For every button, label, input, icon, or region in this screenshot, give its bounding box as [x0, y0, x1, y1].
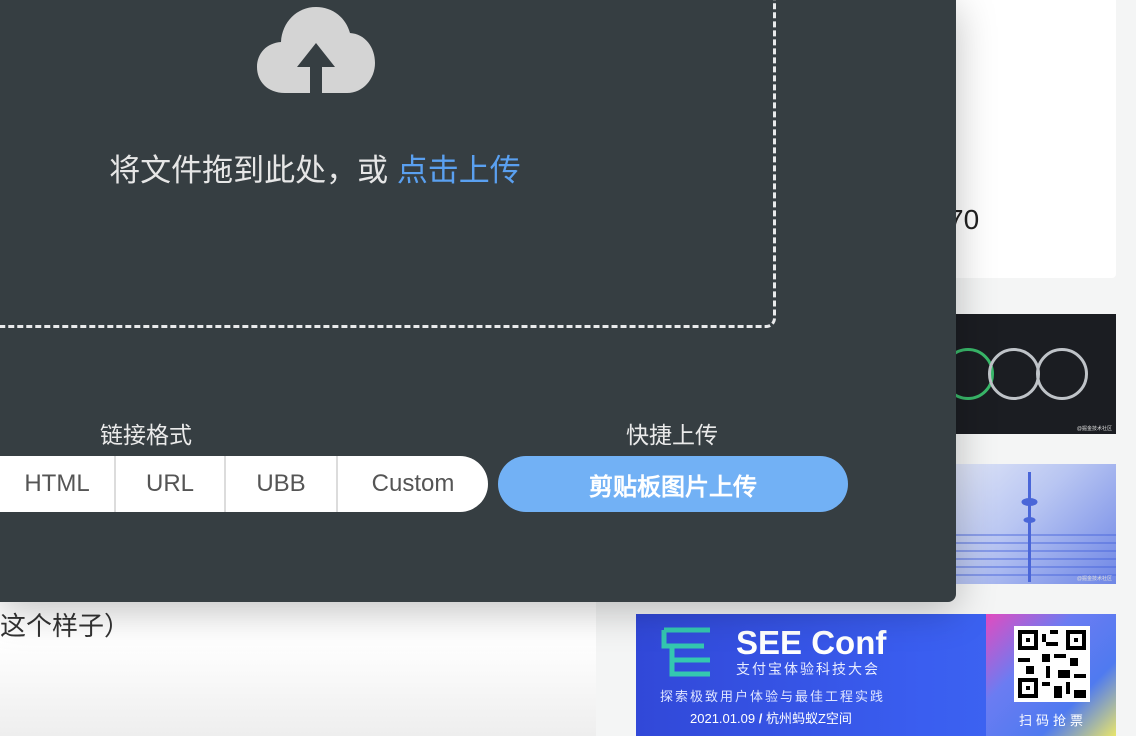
article-text-fragment: 这个样子）: [0, 611, 131, 641]
ad-watermark: @掘金技术社区: [1076, 576, 1112, 582]
ad-subtitle: 支付宝体验科技大会: [736, 661, 880, 677]
quick-upload-label: 快捷上传: [626, 422, 718, 448]
ad-qr-label: 扫码抢票: [1019, 713, 1088, 728]
sidebar-ad-infinity[interactable]: @掘金技术社区: [940, 314, 1116, 434]
drop-zone-text: 将文件拖到此处，或 点击上传: [0, 145, 637, 190]
format-html-button[interactable]: HTML: [0, 456, 116, 512]
format-url-button[interactable]: URL: [116, 456, 226, 512]
see-conf-banner[interactable]: SEE Conf 支付宝体验科技大会 探索极致用户体验与最佳工程实践 2021.…: [636, 614, 1116, 736]
link-format-selector: HTML URL UBB Custom: [0, 456, 488, 512]
sidebar-ad-city[interactable]: @掘金技术社区: [940, 464, 1116, 584]
click-upload-link[interactable]: 点击上传: [397, 153, 521, 188]
link-format-label: 链接格式: [100, 422, 192, 448]
clipboard-upload-button[interactable]: 剪贴板图片上传: [498, 456, 848, 512]
see-conf-logo-icon: [661, 627, 710, 677]
ad-date-location: 2021.01.09 / 杭州蚂蚁Z空间: [690, 708, 852, 727]
drop-instruction: 将文件拖到此处，或: [109, 153, 397, 188]
sidebar-card: [940, 0, 1116, 278]
cloud-upload-icon: [257, 7, 375, 95]
ad-date: 2021.01.09: [690, 711, 756, 726]
qr-code-icon: [1014, 626, 1090, 702]
tower-icon: [1021, 472, 1038, 582]
format-custom-button[interactable]: Custom: [338, 456, 488, 512]
ad-tagline: 探索极致用户体验与最佳工程实践: [660, 689, 886, 704]
ad-separator: /: [758, 711, 763, 726]
format-ubb-button[interactable]: UBB: [226, 456, 338, 512]
ad-watermark: @掘金技术社区: [1076, 426, 1112, 432]
image-upload-modal: 将文件拖到此处，或 点击上传 链接格式 快捷上传 HTML URL UBB Cu…: [0, 0, 956, 602]
background-fade: [0, 640, 596, 736]
ad-title: SEE Conf: [736, 624, 887, 661]
ad-location: 杭州蚂蚁Z空间: [765, 711, 852, 726]
upload-drop-zone[interactable]: 将文件拖到此处，或 点击上传: [0, 0, 776, 328]
